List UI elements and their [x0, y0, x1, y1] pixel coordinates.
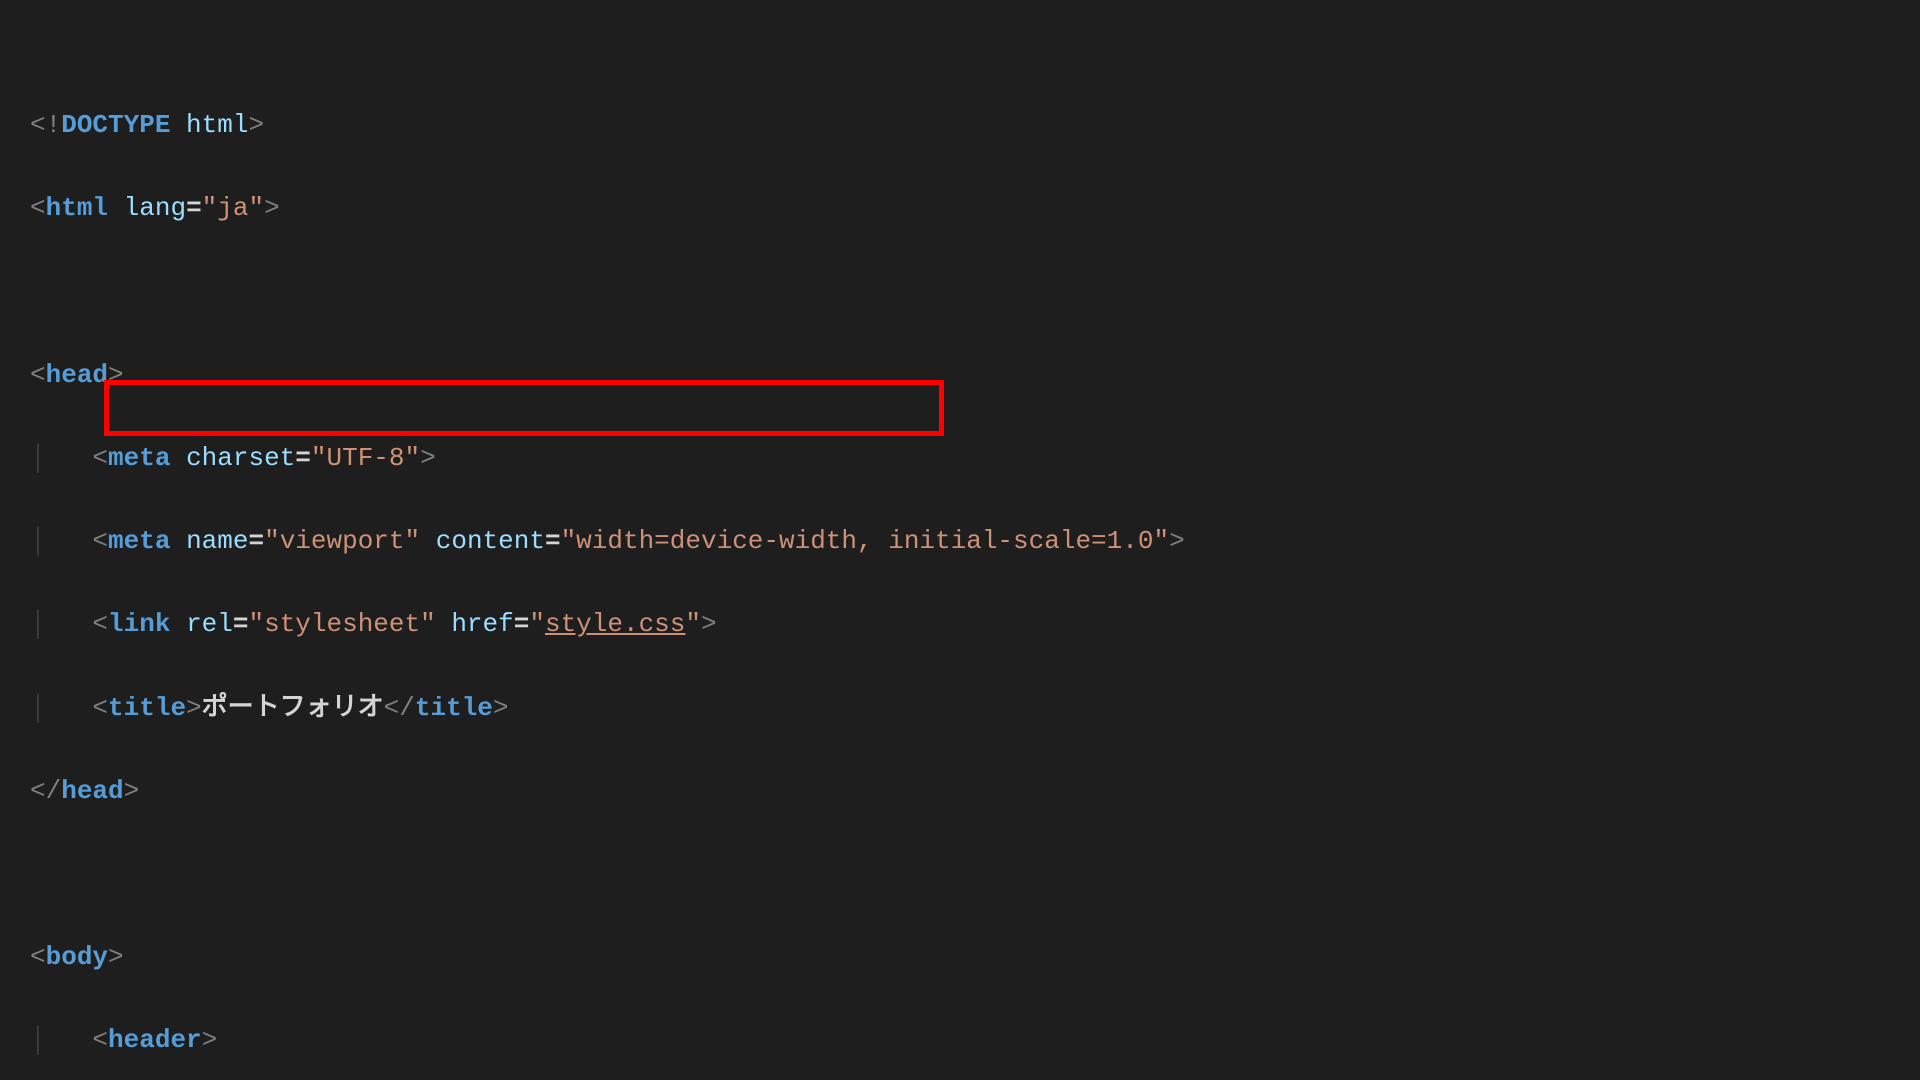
code-token: "stylesheet" — [248, 609, 435, 639]
code-line: │ <header> — [30, 1020, 1890, 1062]
code-token: > — [701, 609, 717, 639]
code-token: meta — [108, 443, 170, 473]
code-token: header — [108, 1025, 202, 1055]
code-token: > — [1169, 526, 1185, 556]
code-editor[interactable]: <!DOCTYPE html> <html lang="ja"> ​ <head… — [0, 0, 1920, 1080]
code-token: content — [436, 526, 545, 556]
code-token: head — [46, 360, 108, 390]
code-text: ポートフォリオ — [202, 693, 384, 723]
code-token: < — [92, 443, 108, 473]
code-line: <head> — [30, 355, 1890, 397]
code-token: > — [124, 776, 140, 806]
code-token: < — [30, 360, 46, 390]
code-token: "ja" — [202, 193, 264, 223]
code-line: <html lang="ja"> — [30, 188, 1890, 230]
code-token: meta — [108, 526, 170, 556]
code-token: = — [295, 443, 311, 473]
code-line: </head> — [30, 771, 1890, 813]
code-line: │ <meta name="viewport" content="width=d… — [30, 521, 1890, 563]
code-line: │ <meta charset="UTF-8"> — [30, 438, 1890, 480]
code-token: "viewport" — [264, 526, 420, 556]
code-token: "UTF-8" — [311, 443, 420, 473]
code-token: " — [529, 609, 545, 639]
code-token: href — [451, 609, 513, 639]
code-token: > — [420, 443, 436, 473]
code-token: html — [46, 193, 108, 223]
code-token: > — [108, 360, 124, 390]
code-token: > — [186, 693, 202, 723]
code-token: title — [108, 693, 186, 723]
code-token: "width=device-width, initial-scale=1.0" — [561, 526, 1170, 556]
code-token: head — [61, 776, 123, 806]
code-line-highlighted: │ <link rel="stylesheet" href="style.css… — [30, 604, 1890, 646]
code-token: = — [186, 193, 202, 223]
code-token: > — [493, 693, 509, 723]
code-token: > — [108, 942, 124, 972]
code-token: < — [92, 1025, 108, 1055]
code-token: <! — [30, 110, 61, 140]
code-token: html — [186, 110, 248, 140]
code-token: > — [202, 1025, 218, 1055]
code-token: lang — [124, 193, 186, 223]
code-token: " — [685, 609, 701, 639]
code-token: DOCTYPE — [61, 110, 170, 140]
code-line-blank: ​ — [30, 854, 1890, 896]
code-token: body — [46, 942, 108, 972]
code-line-blank: ​ — [30, 272, 1890, 314]
code-token: </ — [30, 776, 61, 806]
code-token: < — [92, 693, 108, 723]
code-token: name — [186, 526, 248, 556]
code-token-link: style.css — [545, 609, 685, 639]
code-token: </ — [384, 693, 415, 723]
code-line: <!DOCTYPE html> — [30, 105, 1890, 147]
code-token: > — [248, 110, 264, 140]
code-token: < — [30, 193, 46, 223]
code-token: title — [415, 693, 493, 723]
code-token: link — [108, 609, 170, 639]
code-token: > — [264, 193, 280, 223]
code-line: │ <title>ポートフォリオ</title> — [30, 688, 1890, 730]
code-line: <body> — [30, 937, 1890, 979]
code-token: < — [92, 526, 108, 556]
code-token: < — [92, 609, 108, 639]
code-token: charset — [186, 443, 295, 473]
code-token: rel — [186, 609, 233, 639]
code-token: < — [30, 942, 46, 972]
